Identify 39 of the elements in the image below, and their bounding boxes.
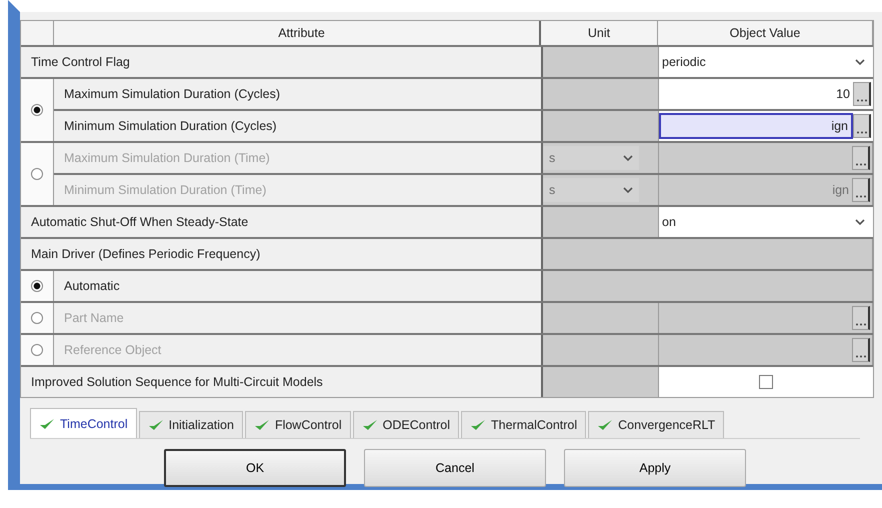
- browse-button[interactable]: [853, 82, 871, 106]
- radio-button[interactable]: [31, 104, 43, 116]
- radio-button[interactable]: [31, 168, 43, 180]
- dialog-button[interactable]: OK: [164, 449, 346, 487]
- dots-icon: [854, 355, 866, 358]
- value-dropdown[interactable]: on: [659, 207, 873, 237]
- check-icon: [39, 418, 55, 430]
- column-header: Object Value: [658, 21, 873, 45]
- dots-icon: [854, 163, 866, 166]
- column-header: Attribute: [54, 21, 541, 45]
- radio-button[interactable]: [31, 344, 43, 356]
- dots-icon: [854, 195, 866, 198]
- dots-icon: [854, 323, 866, 326]
- chevron-icon: [855, 58, 865, 66]
- browse-button[interactable]: [853, 114, 871, 138]
- column-header: Unit: [541, 21, 658, 45]
- dialog-button[interactable]: Cancel: [364, 449, 546, 487]
- tab[interactable]: TimeControl: [30, 408, 137, 438]
- radio-button[interactable]: [31, 312, 43, 324]
- check-icon: [470, 419, 486, 431]
- checkbox[interactable]: [759, 375, 773, 389]
- chevron-icon: [623, 186, 633, 194]
- check-icon: [148, 419, 164, 431]
- tab[interactable]: ConvergenceRLT: [588, 411, 724, 438]
- tab[interactable]: ODEControl: [352, 411, 460, 438]
- dots-icon: [856, 131, 868, 134]
- check-icon: [362, 419, 378, 431]
- dialog-button[interactable]: Apply: [564, 449, 746, 487]
- tab[interactable]: Initialization: [138, 411, 243, 438]
- tab[interactable]: FlowControl: [244, 411, 351, 438]
- value-dropdown[interactable]: periodic: [659, 47, 873, 77]
- value-field[interactable]: ign: [659, 113, 853, 139]
- radio-button[interactable]: [31, 280, 43, 292]
- chevron-icon: [623, 154, 633, 162]
- chevron-icon: [855, 218, 865, 226]
- check-icon: [597, 419, 614, 431]
- tab[interactable]: ThermalControl: [461, 411, 586, 438]
- dots-icon: [856, 99, 868, 102]
- check-icon: [254, 419, 270, 431]
